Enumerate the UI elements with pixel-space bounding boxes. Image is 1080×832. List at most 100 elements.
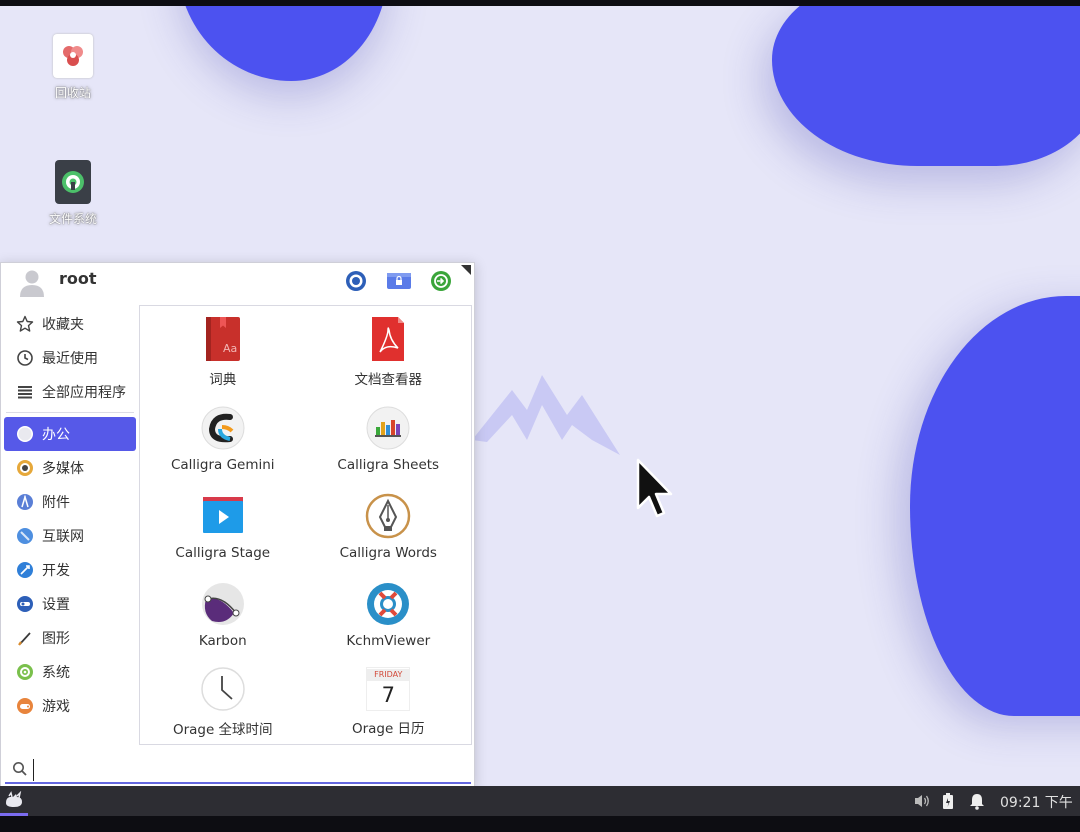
calligra-words-icon xyxy=(365,493,411,539)
menu-all-applications[interactable]: 全部应用程序 xyxy=(4,375,136,409)
search-bar xyxy=(1,753,474,787)
app-orage-calendar[interactable]: FRIDAY 7 Orage 日历 xyxy=(306,656,472,744)
battery-button[interactable] xyxy=(938,791,958,811)
app-dictionary[interactable]: Aa 词典 xyxy=(140,306,306,394)
category-label: 多媒体 xyxy=(42,461,84,477)
recycle-bin-icon xyxy=(53,34,93,78)
office-icon xyxy=(15,424,35,444)
mouse-cursor-icon xyxy=(636,458,673,518)
app-calligra-words[interactable]: Calligra Words xyxy=(306,481,472,569)
category-games[interactable]: 游戏 xyxy=(4,689,136,723)
wallpaper-blob xyxy=(178,6,388,81)
graphics-icon xyxy=(15,628,35,648)
lock-screen-button[interactable] xyxy=(386,270,412,292)
app-label: Orage 日历 xyxy=(351,721,425,738)
app-label: Calligra Gemini xyxy=(170,457,275,474)
category-settings[interactable]: 设置 xyxy=(4,587,136,621)
category-office[interactable]: 办公 xyxy=(4,417,136,451)
logout-button[interactable] xyxy=(429,270,453,292)
app-grid: Aa 词典 文档查看器 Calligra Gemini Calligra She… xyxy=(139,305,472,745)
app-label: Calligra Words xyxy=(339,544,437,561)
category-graphics[interactable]: 图形 xyxy=(4,621,136,655)
app-calligra-sheets[interactable]: Calligra Sheets xyxy=(306,394,472,482)
orage-globaltime-icon xyxy=(200,666,246,712)
svg-text:Aa: Aa xyxy=(223,342,237,355)
menu-item-label: 全部应用程序 xyxy=(42,385,126,401)
desktop-icon-label: 回收站 xyxy=(54,86,91,100)
karbon-icon xyxy=(200,581,246,627)
app-karbon[interactable]: Karbon xyxy=(140,569,306,657)
desktop-icon-recycle-bin[interactable]: 回收站 xyxy=(33,34,113,101)
multimedia-icon xyxy=(15,458,35,478)
notifications-button[interactable] xyxy=(967,791,987,811)
system-icon xyxy=(15,662,35,682)
category-internet[interactable]: 互联网 xyxy=(4,519,136,553)
app-calligra-gemini[interactable]: Calligra Gemini xyxy=(140,394,306,482)
category-label: 游戏 xyxy=(42,699,70,715)
logout-icon xyxy=(431,271,451,291)
app-label: 词典 xyxy=(209,371,237,388)
search-input[interactable] xyxy=(33,759,468,781)
desktop-icon-file-system[interactable]: 文件系统 xyxy=(33,160,113,227)
wallpaper-mountain-logo xyxy=(472,375,620,455)
user-avatar-icon xyxy=(20,270,44,297)
dictionary-icon: Aa xyxy=(200,316,246,362)
category-accessories[interactable]: 附件 xyxy=(4,485,136,519)
desktop-icon-label: 文件系统 xyxy=(48,212,97,226)
search-underline xyxy=(5,782,471,784)
file-system-icon xyxy=(55,160,91,204)
menu-item-label: 最近使用 xyxy=(42,351,98,367)
taskbar-clock[interactable]: 09:21 下午 xyxy=(1000,792,1073,812)
app-label: KchmViewer xyxy=(346,632,431,649)
search-icon xyxy=(13,762,27,776)
internet-icon xyxy=(15,526,35,546)
category-label: 互联网 xyxy=(42,529,84,545)
calligra-stage-icon xyxy=(200,493,246,539)
calligra-gemini-icon xyxy=(200,405,246,451)
menu-left-pane: 收藏夹 最近使用 全部应用程序 办公 多媒体 附件 互联网 开发 设置 图形 系… xyxy=(4,307,136,723)
list-icon xyxy=(15,382,35,402)
app-label: Orage 全球时间 xyxy=(172,722,273,739)
app-kchmviewer[interactable]: KchmViewer xyxy=(306,569,472,657)
calendar-day-text: FRIDAY xyxy=(367,669,410,682)
app-document-viewer[interactable]: 文档查看器 xyxy=(306,306,472,394)
notification-bell-icon xyxy=(970,794,984,810)
category-label: 图形 xyxy=(42,631,70,647)
wallpaper-blob xyxy=(910,296,1080,716)
category-system[interactable]: 系统 xyxy=(4,655,136,689)
category-label: 设置 xyxy=(42,597,70,613)
menu-divider xyxy=(6,412,134,413)
orage-calendar-icon: FRIDAY 7 xyxy=(366,667,411,712)
games-icon xyxy=(15,696,35,716)
category-label: 开发 xyxy=(42,563,70,579)
development-icon xyxy=(15,560,35,580)
battery-icon xyxy=(943,793,953,809)
category-label: 办公 xyxy=(42,427,70,443)
document-viewer-icon xyxy=(365,316,411,362)
volume-icon xyxy=(915,795,929,807)
user-name: root xyxy=(59,269,97,288)
kchmviewer-icon xyxy=(365,581,411,627)
star-icon xyxy=(15,314,35,334)
start-menu-button[interactable] xyxy=(0,786,28,816)
category-development[interactable]: 开发 xyxy=(4,553,136,587)
accessories-icon xyxy=(15,492,35,512)
settings-icon xyxy=(15,594,35,614)
app-label: 文档查看器 xyxy=(354,371,423,388)
screen-bottom-bar xyxy=(0,816,1080,832)
settings-toggle-button[interactable] xyxy=(344,270,368,292)
volume-button[interactable] xyxy=(912,791,932,811)
menu-recent[interactable]: 最近使用 xyxy=(4,341,136,375)
app-label: Calligra Stage xyxy=(175,544,271,561)
calligra-sheets-icon xyxy=(365,405,411,451)
category-multimedia[interactable]: 多媒体 xyxy=(4,451,136,485)
calendar-date-text: 7 xyxy=(381,683,395,708)
start-menu-icon xyxy=(6,790,22,807)
menu-header: root xyxy=(1,263,474,303)
app-orage-globaltime[interactable]: Orage 全球时间 xyxy=(140,656,306,744)
menu-favorites[interactable]: 收藏夹 xyxy=(4,307,136,341)
app-calligra-stage[interactable]: Calligra Stage xyxy=(140,481,306,569)
category-label: 系统 xyxy=(42,665,70,681)
clock-icon xyxy=(15,348,35,368)
application-menu: root 收藏夹 最近使用 全部应用程序 办公 多媒体 附件 互联网 开发 设置… xyxy=(0,262,475,788)
